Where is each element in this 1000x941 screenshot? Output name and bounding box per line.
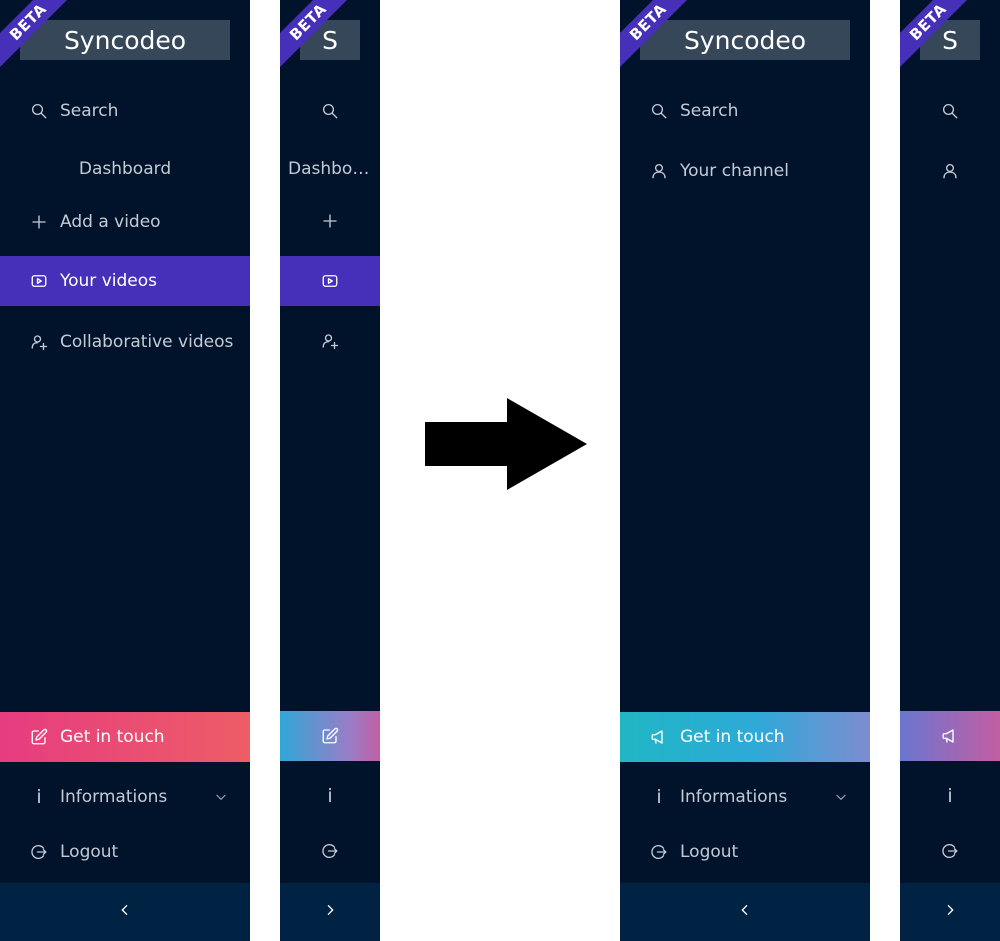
nav-item-search[interactable]: Search [620,86,870,136]
plus-icon [30,213,48,231]
nav-item-informations[interactable]: i Informations [620,772,870,822]
logout-icon [941,842,959,860]
chevron-right-icon [322,902,338,922]
nav-item-your-videos[interactable] [280,256,380,306]
arrow-right-icon [425,398,587,490]
nav-item-label: Dashboard [78,159,172,179]
logo[interactable]: Syncodeo [640,20,850,60]
expand-toggle-button[interactable] [280,883,380,941]
nav-item-collaborative-videos[interactable] [280,316,380,366]
users-add-icon [30,333,48,351]
get-in-touch-button[interactable]: Get in touch [620,712,870,762]
info-icon: i [36,786,42,808]
get-in-touch-button[interactable]: Get in touch [0,712,250,762]
megaphone-icon [941,727,959,745]
expand-toggle-button[interactable] [900,883,1000,941]
info-icon: i [327,785,333,807]
edit-icon [30,728,48,746]
chevron-down-icon [214,789,228,803]
nav-item-search[interactable] [900,86,1000,136]
nav-item-logout[interactable]: Logout [620,827,870,877]
nav-item-informations[interactable]: i Informations [0,772,250,822]
nav-item-your-channel[interactable] [900,146,1000,196]
nav-item-logout[interactable] [280,826,380,876]
users-add-icon [321,332,339,350]
user-icon [941,162,959,180]
sidebar-before-collapsed: BETA S Dashboa... i [280,0,380,941]
chevron-right-icon [942,902,958,922]
nav-item-logout[interactable]: Logout [0,827,250,877]
collapse-toggle-button[interactable] [620,883,870,941]
edit-icon [321,727,339,745]
nav-item-label: Logout [680,842,739,862]
search-icon [941,102,959,120]
chevron-down-icon [834,789,848,803]
sidebar-before-expanded: BETA Syncodeo Search Dashboard Add a vid… [0,0,250,941]
nav-item-informations[interactable]: i [280,771,380,821]
search-icon [321,102,339,120]
logout-icon [321,842,339,860]
nav-item-label: Your videos [60,271,157,291]
collapse-toggle-button[interactable] [0,883,250,941]
nav-item-label: Search [60,101,119,121]
logout-icon [650,843,668,861]
nav-item-label: Collaborative videos [60,332,234,352]
video-play-icon [30,272,48,290]
video-play-icon [321,272,339,290]
plus-icon [321,212,339,230]
nav-item-label: Informations [680,787,788,807]
nav-item-informations[interactable]: i [900,771,1000,821]
nav-item-label: Search [680,101,739,121]
nav-item-add-video[interactable] [280,196,380,246]
sidebar-after-collapsed: BETA S i [900,0,1000,941]
nav-item-logout[interactable] [900,826,1000,876]
button-label: Get in touch [60,727,165,747]
nav-item-search[interactable] [280,86,380,136]
megaphone-icon [650,728,668,746]
button-label: Get in touch [680,727,785,747]
nav-item-search[interactable]: Search [0,86,250,136]
chevron-left-icon [117,902,133,922]
user-icon [650,162,668,180]
nav-item-label: Informations [60,787,168,807]
search-icon [30,102,48,120]
logo[interactable]: Syncodeo [20,20,230,60]
nav-item-dashboard[interactable]: Dashboard [0,144,250,194]
nav-item-label: Logout [60,842,119,862]
info-icon: i [656,786,662,808]
search-icon [650,102,668,120]
info-icon: i [947,785,953,807]
nav-item-collaborative-videos[interactable]: Collaborative videos [0,317,250,367]
sidebar-after-expanded: BETA Syncodeo Search Your channel Get in… [620,0,870,941]
nav-item-your-channel[interactable]: Your channel [620,146,870,196]
logout-icon [30,843,48,861]
nav-item-label: Your channel [680,161,789,181]
nav-item-label: Add a video [60,212,161,232]
get-in-touch-button[interactable] [280,711,380,761]
chevron-left-icon [737,902,753,922]
nav-item-your-videos[interactable]: Your videos [0,256,250,306]
nav-item-label: Dashboa... [288,159,376,179]
nav-item-dashboard[interactable]: Dashboa... [280,144,380,194]
get-in-touch-button[interactable] [900,711,1000,761]
nav-item-add-video[interactable]: Add a video [0,197,250,247]
